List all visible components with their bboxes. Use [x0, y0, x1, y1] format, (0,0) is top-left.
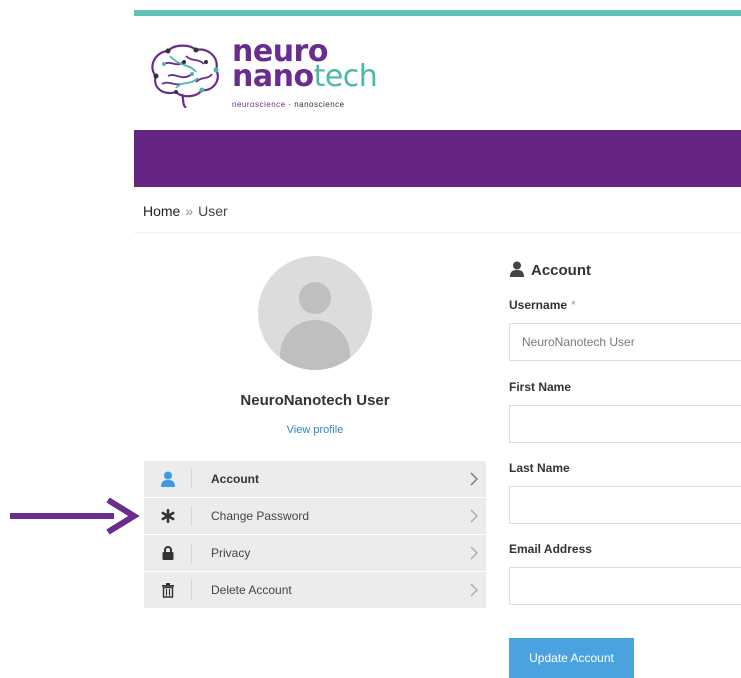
site-logo[interactable]: neuro nanotech neuroscience · nanoscienc…: [146, 37, 386, 118]
chevron-right-icon: [470, 583, 478, 597]
required-marker: *: [571, 298, 576, 312]
logo-word-tech: tech: [313, 59, 378, 94]
first-name-label: First Name: [509, 380, 572, 394]
menu-divider: [191, 506, 192, 526]
breadcrumb-separator: »: [185, 203, 194, 219]
view-profile-link[interactable]: View profile: [144, 424, 486, 436]
account-title-text: Account: [531, 262, 591, 279]
menu-divider: [191, 580, 192, 600]
logo-tagline-nanoscience: · nanoscience: [285, 100, 345, 109]
menu-item-label: Change Password: [211, 509, 310, 523]
update-account-button[interactable]: Update Account: [509, 638, 634, 678]
menu-item-change-password[interactable]: Change Password: [144, 498, 486, 535]
username-label: Username *: [509, 298, 576, 312]
logo-tagline: neuroscience · nanoscience: [232, 100, 345, 109]
first-name-field[interactable]: [509, 405, 741, 443]
chevron-right-icon: [470, 509, 478, 523]
chevron-right-icon: [470, 472, 478, 486]
breadcrumb: Home » User: [143, 203, 228, 219]
menu-item-delete-account[interactable]: Delete Account: [144, 572, 486, 609]
menu-item-privacy[interactable]: Privacy: [144, 535, 486, 572]
asterisk-icon: [144, 498, 191, 534]
breadcrumb-current: User: [198, 203, 228, 219]
lock-icon: [144, 535, 191, 571]
chevron-right-icon: [470, 546, 478, 560]
trash-icon: [144, 572, 191, 608]
username-field[interactable]: [509, 323, 741, 361]
breadcrumb-home-link[interactable]: Home: [143, 203, 180, 219]
logo-word-nanotech: nanotech: [232, 59, 378, 94]
content-divider: [134, 232, 741, 233]
avatar-head: [299, 282, 331, 314]
menu-item-label: Privacy: [211, 546, 251, 560]
pointer-arrow-icon: [10, 498, 140, 542]
menu-item-account[interactable]: Account: [144, 461, 486, 498]
account-section-title: Account: [509, 261, 591, 279]
menu-item-label: Account: [211, 472, 259, 486]
profile-name: NeuroNanotech User: [240, 392, 390, 409]
header-accent-bar: [134, 10, 741, 16]
user-icon: [144, 461, 191, 497]
account-menu: Account Change Password Privacy Delete A…: [144, 461, 486, 609]
menu-divider: [191, 469, 192, 489]
user-icon: [510, 261, 524, 277]
last-name-label: Last Name: [509, 461, 570, 475]
main-navigation-bar: [134, 130, 741, 187]
logo-word-nano: nano: [232, 59, 314, 94]
email-label: Email Address: [509, 542, 592, 556]
username-label-text: Username: [509, 298, 568, 312]
email-field[interactable]: [509, 567, 741, 605]
menu-item-label: Delete Account: [211, 583, 292, 597]
last-name-field[interactable]: [509, 486, 741, 524]
brain-icon: [151, 44, 219, 108]
avatar: [258, 256, 372, 370]
menu-divider: [191, 543, 192, 563]
logo-tagline-neuroscience: neuroscience: [232, 100, 286, 109]
avatar-shoulders: [280, 320, 350, 370]
